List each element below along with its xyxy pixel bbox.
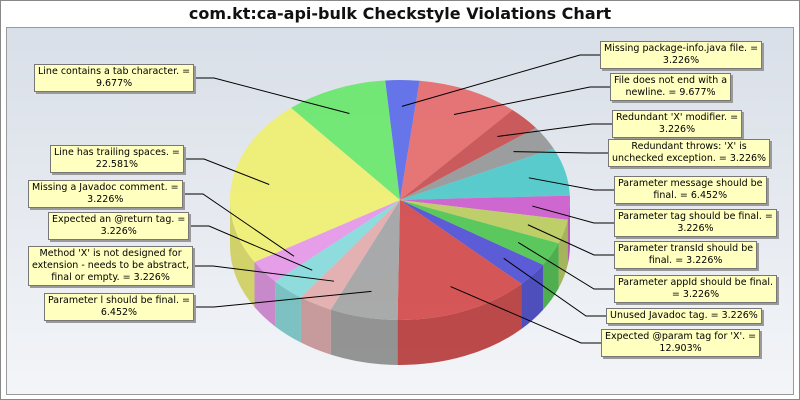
slice-label-line: newline. = 9.677%	[625, 87, 716, 98]
slice-label-line: 9.677%	[95, 78, 133, 89]
slice-label-line: Parameter appId should be final.	[618, 277, 774, 288]
slice-label-9: Expected @param tag for 'X'. = 12.903%	[601, 329, 761, 357]
slice-label-line: Parameter message should be	[618, 178, 763, 189]
slice-label-line: final. = 6.452%	[653, 190, 728, 201]
slice-label-line: 3.226%	[100, 226, 137, 237]
slice-label-line: Expected an @return tag. =	[52, 214, 186, 225]
slice-label-line: 3.226%	[662, 55, 700, 66]
slice-label-11: Method 'X' is not designed for extension …	[28, 246, 194, 286]
slice-label-7: Parameter appId should be final. = 3.226%	[614, 275, 778, 303]
slice-label-line: unchecked exception. = 3.226%	[612, 153, 767, 164]
slice-label-10: Parameter l should be final. = 6.452%	[44, 293, 194, 321]
slice-label-line: Parameter tag should be final. =	[618, 211, 773, 222]
pie-top	[230, 79, 570, 320]
slice-label-line: Missing package-info.java file. =	[604, 43, 759, 54]
slice-label-8: Unused Javadoc tag. = 3.226%	[606, 308, 762, 324]
slice-label-line: 22.581%	[95, 159, 139, 170]
slice-label-line: Expected @param tag for 'X'. =	[605, 331, 757, 342]
slice-label-line: 3.226%	[658, 124, 696, 135]
slice-label-line: File does not end with a	[614, 75, 728, 86]
slice-label-line: = 3.226%	[671, 289, 720, 300]
slice-label-line: Missing a Javadoc comment. =	[32, 182, 179, 193]
slice-label-line: Redundant 'X' modifier. =	[616, 112, 739, 123]
slice-label-line: final. = 3.226%	[648, 255, 723, 266]
slice-label-line: Parameter transId should be	[618, 243, 754, 254]
slice-label-line: Method 'X' is not designed for	[39, 248, 182, 259]
slice-label-6: Parameter transId should be final. = 3.22…	[614, 241, 758, 269]
slice-label-line: Parameter l should be final. =	[48, 295, 190, 306]
slice-label-14: Line has trailing spaces. = 22.581%	[50, 145, 184, 173]
slice-label-line: 3.226%	[677, 223, 714, 234]
slice-label-15: Line contains a tab character. = 9.677%	[34, 64, 195, 92]
slice-label-line: Redundant throws: 'X' is	[631, 141, 747, 152]
slice-label-4: Parameter message should be final. = 6.45…	[614, 176, 767, 204]
slice-label-line: extension - needs to be abstract,	[32, 260, 190, 271]
slice-label-1: File does not end with a newline. = 9.677…	[610, 73, 732, 101]
slice-label-line: final or empty. = 3.226%	[51, 272, 170, 283]
slice-label-13: Missing a Javadoc comment. = 3.226%	[28, 180, 183, 208]
slice-label-line: Line has trailing spaces. =	[54, 147, 180, 158]
slice-label-line: Line contains a tab character. =	[38, 66, 191, 77]
slice-label-12: Expected an @return tag. = 3.226%	[48, 212, 190, 240]
slice-label-0: Missing package-info.java file. = 3.226%	[600, 41, 763, 69]
slice-label-line: 12.903%	[659, 343, 702, 354]
slice-label-line: 3.226%	[87, 194, 124, 205]
slice-label-line: 6.452%	[100, 307, 138, 318]
slice-label-line: Unused Javadoc tag. = 3.226%	[610, 310, 758, 321]
slice-label-3: Redundant throws: 'X' is unchecked except…	[608, 139, 771, 167]
slice-label-5: Parameter tag should be final. = 3.226%	[614, 209, 777, 237]
slice-label-2: Redundant 'X' modifier. = 3.226%	[612, 110, 743, 138]
